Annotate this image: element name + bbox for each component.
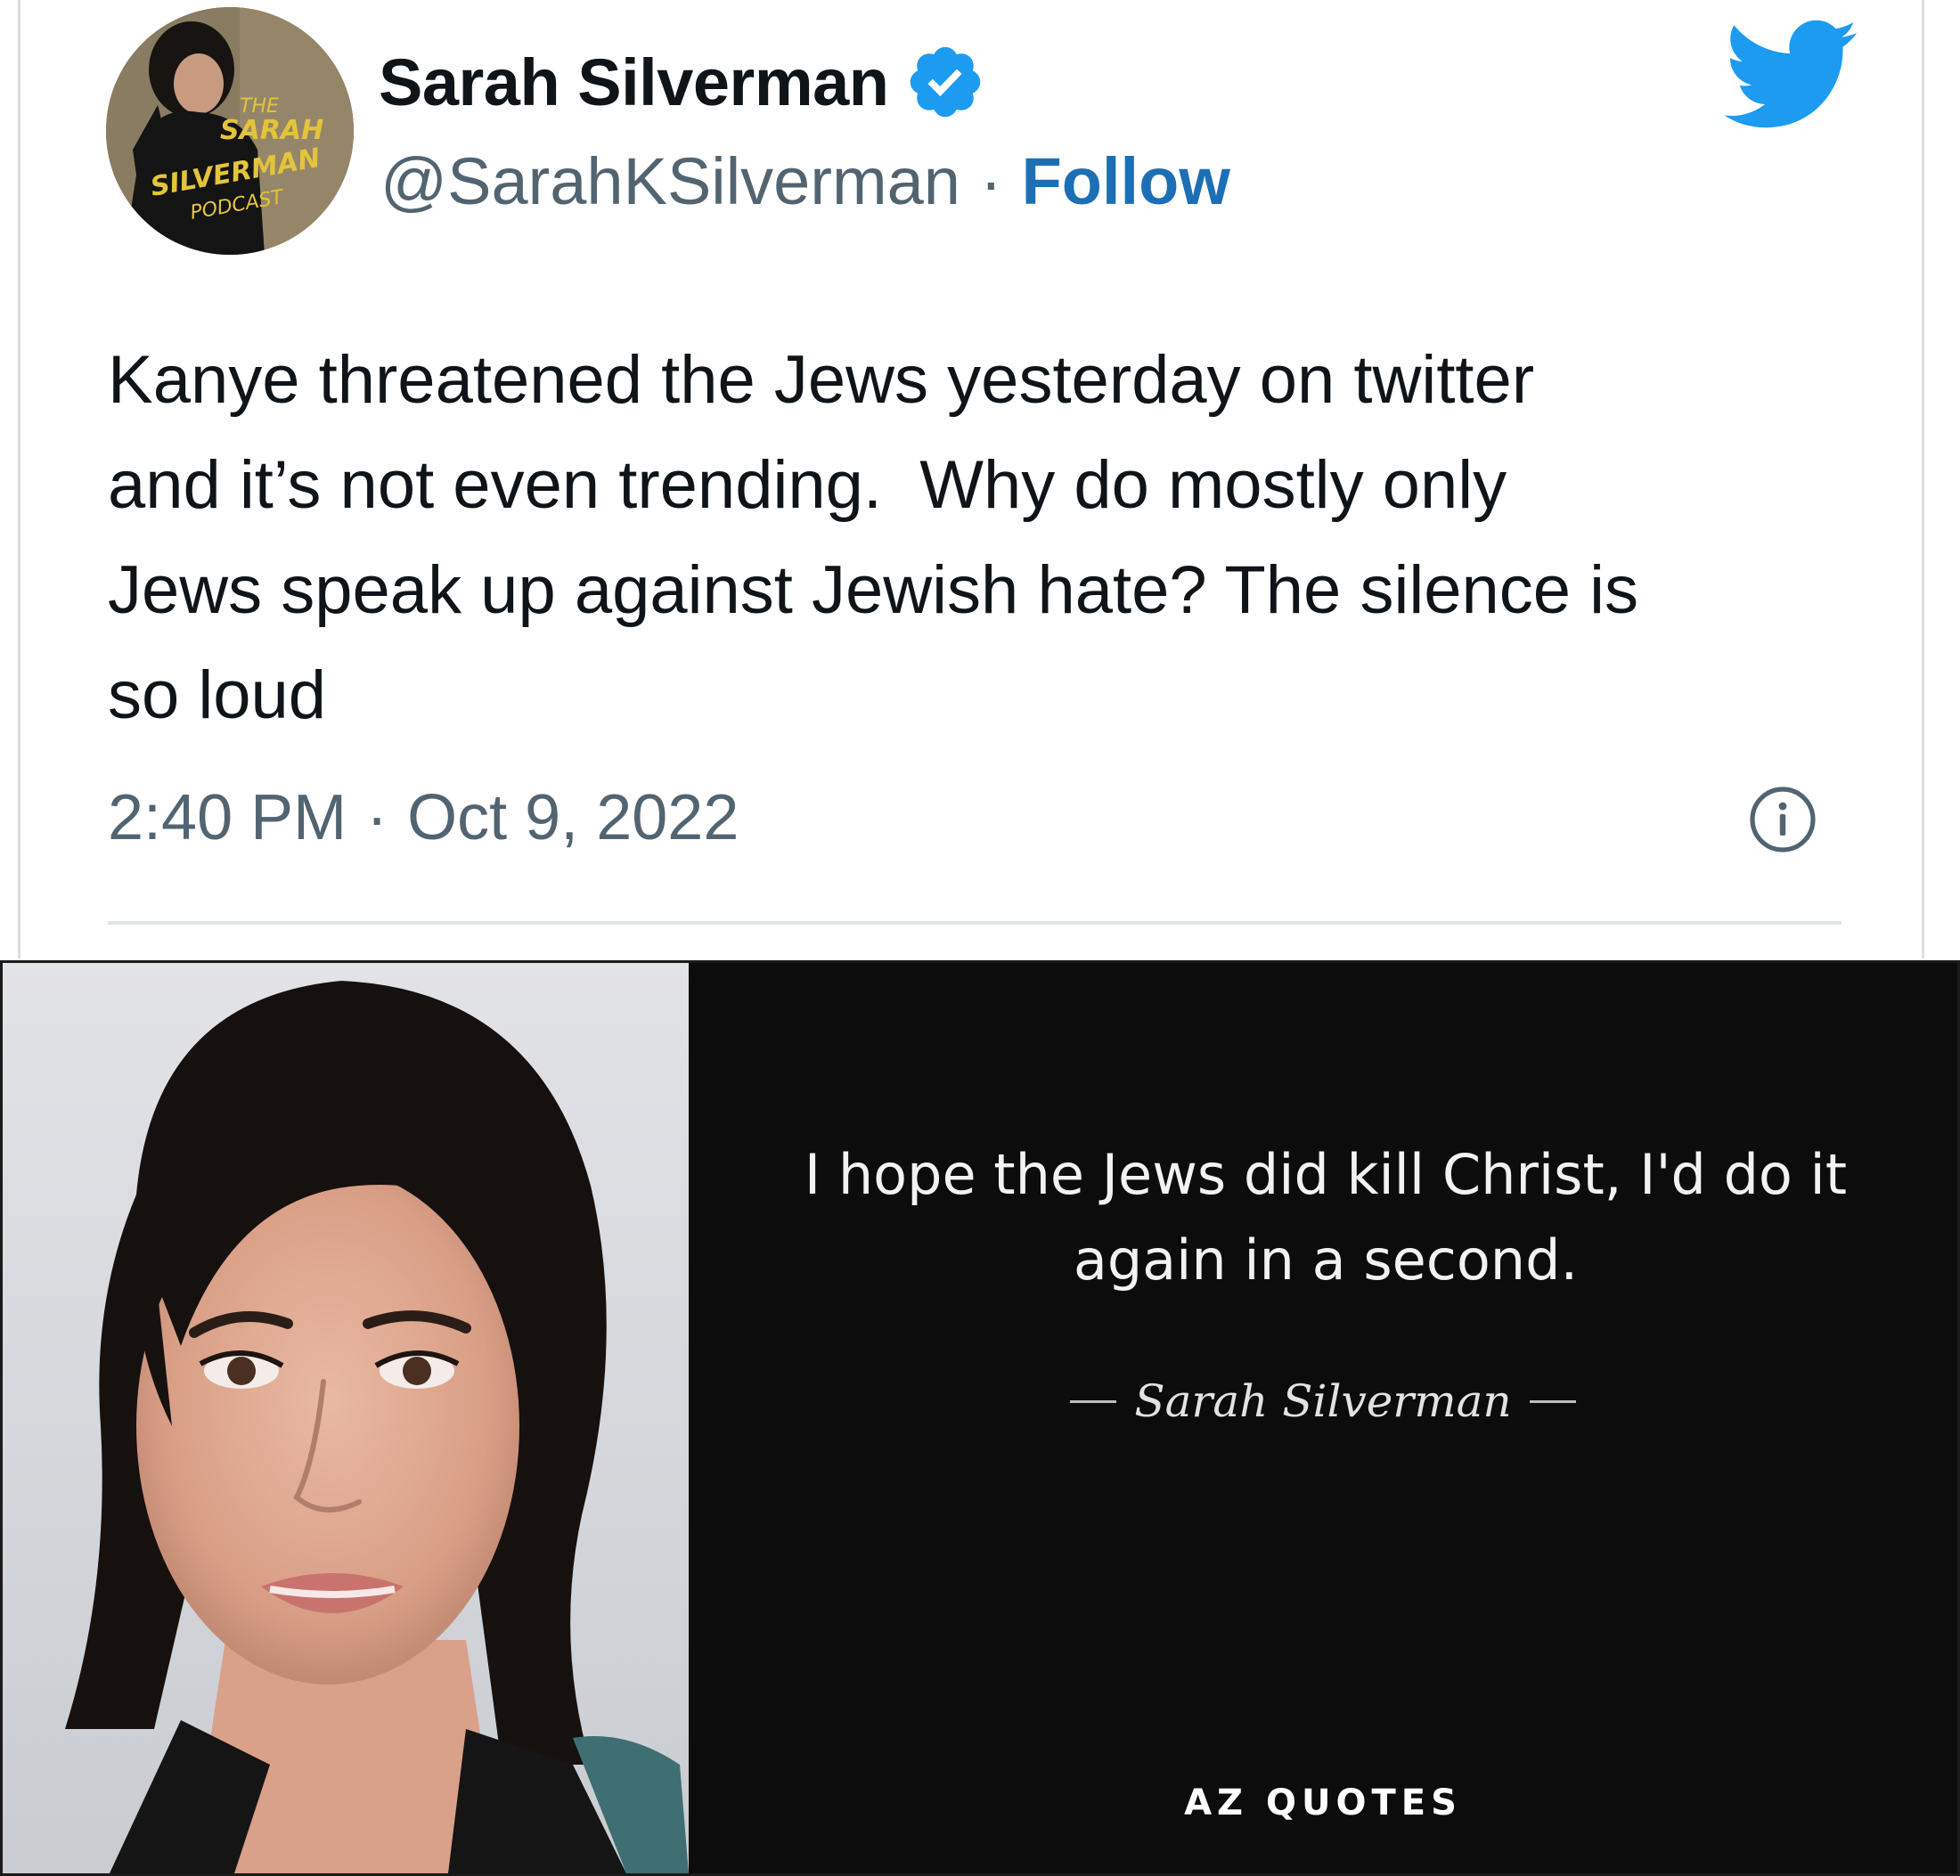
avatar[interactable]: THE SARAH SILVERMAN PODCAST (106, 7, 354, 255)
avatar-image: THE SARAH SILVERMAN PODCAST (106, 7, 354, 255)
follow-button[interactable]: Follow (1022, 143, 1230, 219)
tweet-divider (108, 921, 1842, 925)
dash-divider (1070, 1399, 1117, 1403)
quote-text: I hope the Jews did kill Christ, I'd do … (804, 1142, 1848, 1293)
dash-divider (1529, 1399, 1576, 1403)
portrait-image (3, 963, 689, 1873)
tweet-date: Oct 9, 2022 (407, 782, 739, 853)
tweet-text: Kanye threatened the Jews yesterday on t… (108, 342, 1639, 733)
svg-text:SARAH: SARAH (220, 115, 323, 146)
info-icon[interactable] (1747, 784, 1818, 855)
verified-badge-icon (911, 46, 981, 118)
display-name[interactable]: Sarah Silverman (379, 45, 889, 120)
tweet-card: THE SARAH SILVERMAN PODCAST Sarah Silver… (18, 0, 1924, 958)
user-handle[interactable]: @SarahKSilverman (380, 143, 960, 219)
brand-logo: AZ QUOTES (1184, 1782, 1462, 1823)
separator-dot: · (366, 782, 388, 853)
quote-image: I hope the Jews did kill Christ, I'd do … (0, 960, 1960, 1876)
quote-author: Sarah Silverman (1134, 1375, 1512, 1427)
twitter-bird-icon[interactable] (1722, 20, 1861, 132)
author-name-row: Sarah Silverman (379, 37, 986, 126)
separator-dot: · (979, 143, 1002, 218)
quote-attribution: Sarah Silverman (689, 1366, 1957, 1437)
tweet-time: 2:40 PM (108, 782, 347, 853)
handle-row: @SarahKSilverman · Follow (380, 141, 1230, 221)
timestamp[interactable]: 2:40 PM · Oct 9, 2022 (108, 773, 739, 862)
quote-panel: I hope the Jews did kill Christ, I'd do … (689, 963, 1957, 1873)
portrait-photo (3, 963, 689, 1873)
